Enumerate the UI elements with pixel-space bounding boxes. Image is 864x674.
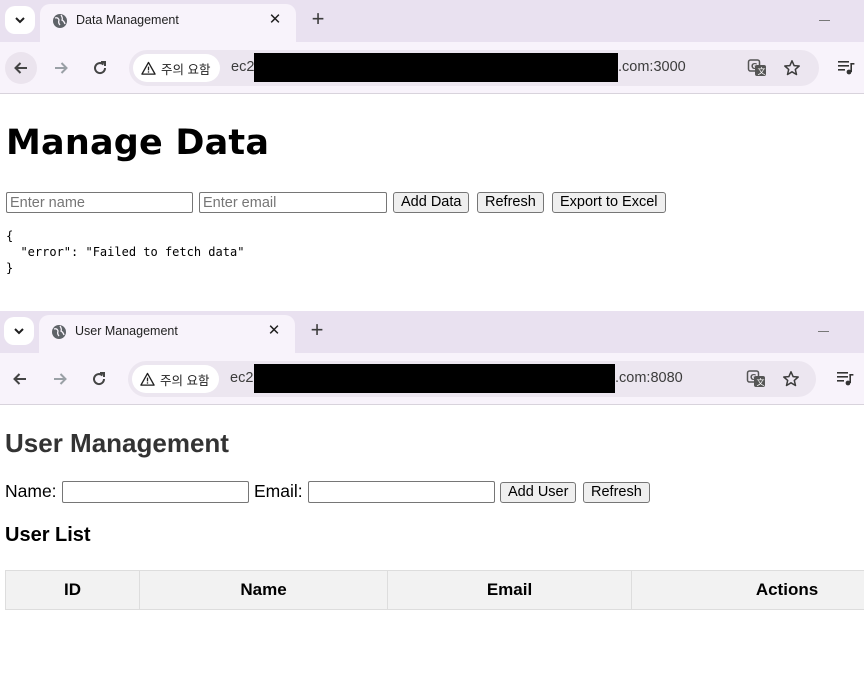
media-queue-icon[interactable] bbox=[835, 368, 857, 390]
media-queue-icon[interactable] bbox=[836, 57, 858, 79]
globe-icon bbox=[53, 14, 67, 28]
security-label: 주의 요함 bbox=[160, 373, 210, 388]
tab-title: User Management bbox=[75, 324, 178, 338]
close-icon[interactable]: ✕ bbox=[265, 322, 283, 340]
refresh-button[interactable]: Refresh bbox=[477, 192, 544, 213]
refresh-button[interactable]: Refresh bbox=[583, 482, 650, 503]
back-button[interactable] bbox=[4, 363, 36, 395]
star-icon[interactable] bbox=[780, 368, 802, 390]
url-prefix: ec2 bbox=[230, 370, 254, 386]
reload-button[interactable] bbox=[83, 363, 115, 395]
add-user-button[interactable]: Add User bbox=[500, 482, 577, 503]
tab-strip: Data Management ✕ + bbox=[0, 0, 864, 42]
tab-title: Data Management bbox=[76, 13, 179, 27]
email-label: Email: bbox=[254, 481, 303, 501]
minimize-icon[interactable] bbox=[815, 319, 835, 339]
security-label: 주의 요함 bbox=[161, 62, 211, 77]
email-input[interactable] bbox=[308, 481, 495, 503]
page-title: Manage Data bbox=[6, 123, 270, 163]
svg-text:文: 文 bbox=[757, 377, 765, 387]
browser-window-data-management: Data Management ✕ + 주의 요함 ec2 .com:3000 … bbox=[0, 0, 864, 311]
warning-icon bbox=[140, 372, 155, 386]
tab-strip: User Management ✕ + bbox=[0, 311, 864, 353]
reload-icon bbox=[94, 61, 107, 75]
browser-window-user-management: User Management ✕ + 주의 요함 ec2 .com:8080 … bbox=[0, 311, 864, 674]
minimize-icon[interactable] bbox=[816, 8, 836, 28]
reload-icon bbox=[93, 372, 106, 386]
security-chip[interactable]: 주의 요함 bbox=[133, 54, 221, 82]
chevron-down-icon bbox=[15, 17, 25, 24]
url-suffix: .com:8080 bbox=[615, 370, 683, 386]
page-title: User Management bbox=[5, 428, 229, 458]
forward-button[interactable] bbox=[44, 363, 76, 395]
column-header-id: ID bbox=[6, 571, 140, 609]
export-excel-button[interactable]: Export to Excel bbox=[552, 192, 666, 213]
translate-icon[interactable]: G文 bbox=[746, 57, 768, 79]
back-arrow-icon bbox=[14, 62, 27, 74]
back-arrow-icon bbox=[13, 373, 26, 385]
warning-icon bbox=[141, 61, 156, 75]
page-content-data-management: Manage Data Add Data Refresh Export to E… bbox=[0, 95, 864, 311]
tab-user-management[interactable]: User Management ✕ bbox=[39, 315, 295, 353]
forward-arrow-icon bbox=[54, 373, 67, 385]
close-icon[interactable]: ✕ bbox=[266, 11, 284, 29]
translate-icon[interactable]: G文 bbox=[745, 368, 767, 390]
forward-arrow-icon bbox=[55, 62, 68, 74]
browser-toolbar: 주의 요함 ec2 .com:3000 G文 bbox=[0, 42, 864, 94]
redacted-url-block bbox=[254, 364, 615, 393]
redacted-url-block bbox=[254, 53, 618, 82]
page-content-user-management: User Management Name: Email: Add User Re… bbox=[0, 406, 864, 674]
email-input[interactable] bbox=[199, 192, 387, 213]
forward-button[interactable] bbox=[45, 52, 77, 84]
name-input[interactable] bbox=[6, 192, 193, 213]
chevron-down-icon bbox=[14, 328, 24, 335]
security-chip[interactable]: 주의 요함 bbox=[132, 365, 220, 393]
url-prefix: ec2 bbox=[231, 59, 255, 75]
column-header-name: Name bbox=[140, 571, 388, 609]
json-output: { "error": "Failed to fetch data" } bbox=[6, 229, 245, 275]
tab-search-button[interactable] bbox=[5, 6, 35, 34]
svg-text:文: 文 bbox=[758, 66, 766, 76]
star-icon[interactable] bbox=[781, 57, 803, 79]
browser-toolbar: 주의 요함 ec2 .com:8080 G文 bbox=[0, 353, 864, 405]
address-bar[interactable]: 주의 요함 ec2 .com:8080 G文 bbox=[128, 361, 816, 397]
address-bar[interactable]: 주의 요함 ec2 .com:3000 G文 bbox=[129, 50, 819, 86]
tab-search-button[interactable] bbox=[4, 317, 34, 345]
add-data-button[interactable]: Add Data bbox=[393, 192, 470, 213]
user-list-heading: User List bbox=[5, 524, 91, 546]
column-header-actions: Actions bbox=[755, 580, 819, 599]
reload-button[interactable] bbox=[84, 52, 116, 84]
column-header-email: Email bbox=[388, 571, 632, 609]
plus-icon[interactable]: + bbox=[306, 8, 330, 32]
globe-icon bbox=[52, 325, 66, 339]
back-button[interactable] bbox=[5, 52, 37, 84]
user-table-header: ID Name Email Actions bbox=[5, 570, 864, 610]
plus-icon[interactable]: + bbox=[305, 319, 329, 343]
tab-data-management[interactable]: Data Management ✕ bbox=[40, 4, 296, 42]
url-suffix: .com:3000 bbox=[618, 59, 686, 75]
name-input[interactable] bbox=[62, 481, 249, 503]
name-label: Name: bbox=[5, 481, 57, 501]
